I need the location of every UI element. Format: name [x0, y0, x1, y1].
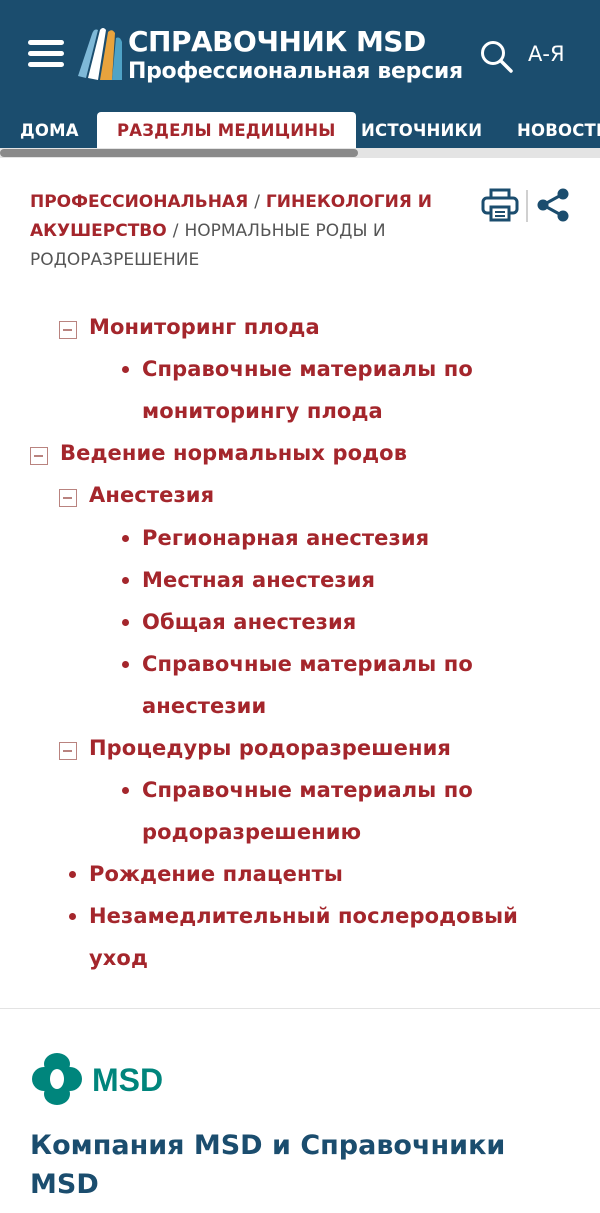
bullet-icon: [122, 619, 129, 626]
bullet-icon: [122, 661, 129, 668]
toc-fetal-monitoring-refs[interactable]: мониторингу плода: [142, 390, 383, 432]
menu-icon-line: [28, 51, 64, 56]
collapse-icon[interactable]: [59, 321, 77, 339]
toc-normal-labor[interactable]: Ведение нормальных родов: [60, 432, 407, 474]
tab-resources[interactable]: ИСТОЧНИКИ: [361, 112, 482, 148]
menu-icon-line: [28, 40, 64, 45]
collapse-icon[interactable]: [59, 742, 77, 760]
toc-anesthesia-refs[interactable]: анестезии: [142, 685, 266, 727]
toc-local-anesthesia[interactable]: Местная анестезия: [142, 559, 375, 601]
collapse-icon[interactable]: [59, 489, 77, 507]
az-index-link[interactable]: А-Я: [528, 40, 565, 68]
share-icon[interactable]: [535, 188, 571, 222]
toc-placenta-delivery[interactable]: Рождение плаценты: [89, 853, 343, 895]
main-nav: ДОМА РАЗДЕЛЫ МЕДИЦИНЫ ИСТОЧНИКИ НОВОСТИ: [0, 112, 600, 148]
collapse-icon[interactable]: [30, 447, 48, 465]
breadcrumb-professional[interactable]: ПРОФЕССИОНАЛЬНАЯ: [30, 192, 248, 212]
bullet-icon: [122, 787, 129, 794]
bullet-icon: [69, 871, 76, 878]
tab-home[interactable]: ДОМА: [20, 112, 79, 148]
bullet-icon: [122, 577, 129, 584]
toc-postpartum-care[interactable]: Незамедлительный послеродовый: [89, 895, 518, 937]
toc-anesthesia[interactable]: Анестезия: [89, 474, 214, 516]
footer-divider: [0, 1008, 600, 1009]
brand-title: СПРАВОЧНИК MSD: [128, 25, 426, 58]
toc-fetal-monitoring-refs[interactable]: Справочные материалы по: [142, 348, 473, 390]
bullet-icon: [69, 913, 76, 920]
toc-regional-anesthesia[interactable]: Регионарная анестезия: [142, 517, 429, 559]
breadcrumb: ПРОФЕССИОНАЛЬНАЯ / ГИНЕКОЛОГИЯ И АКУШЕРСТВ…: [30, 188, 460, 275]
toc-delivery-procedures[interactable]: Процедуры родоразрешения: [89, 727, 451, 769]
printer-icon[interactable]: [481, 188, 519, 222]
toc-postpartum-care[interactable]: уход: [89, 937, 148, 979]
footer-title: Компания MSD и Справочники MSD: [30, 1130, 506, 1200]
toc-delivery-refs[interactable]: Справочные материалы по: [142, 769, 473, 811]
msd-logo-text: MSD: [92, 1062, 163, 1098]
brand[interactable]: СПРАВОЧНИК MSD Профессиональная версия: [128, 26, 463, 86]
msd-logo[interactable]: MSD: [30, 1052, 170, 1106]
toc-anesthesia-refs[interactable]: Справочные материалы по: [142, 643, 473, 685]
bullet-icon: [122, 535, 129, 542]
site-header: СПРАВОЧНИК MSD Профессиональная версия А…: [0, 0, 600, 112]
toc-fetal-monitoring[interactable]: Мониторинг плода: [89, 306, 320, 348]
menu-button[interactable]: [28, 40, 66, 70]
breadcrumb-separator: /: [254, 192, 260, 212]
nav-scrollbar-thumb[interactable]: [0, 149, 358, 157]
search-icon[interactable]: [478, 38, 514, 74]
toc-general-anesthesia[interactable]: Общая анестезия: [142, 601, 356, 643]
toc-delivery-refs[interactable]: родоразрешению: [142, 811, 361, 853]
bullet-icon: [122, 366, 129, 373]
tab-medical-topics[interactable]: РАЗДЕЛЫ МЕДИЦИНЫ: [97, 112, 356, 148]
menu-icon-line: [28, 62, 64, 67]
manual-logo-icon[interactable]: [72, 24, 126, 82]
tab-news[interactable]: НОВОСТИ: [517, 112, 600, 148]
brand-subtitle: Профессиональная версия: [128, 59, 463, 84]
breadcrumb-separator: /: [172, 221, 179, 241]
toolbar-divider: [526, 190, 528, 222]
